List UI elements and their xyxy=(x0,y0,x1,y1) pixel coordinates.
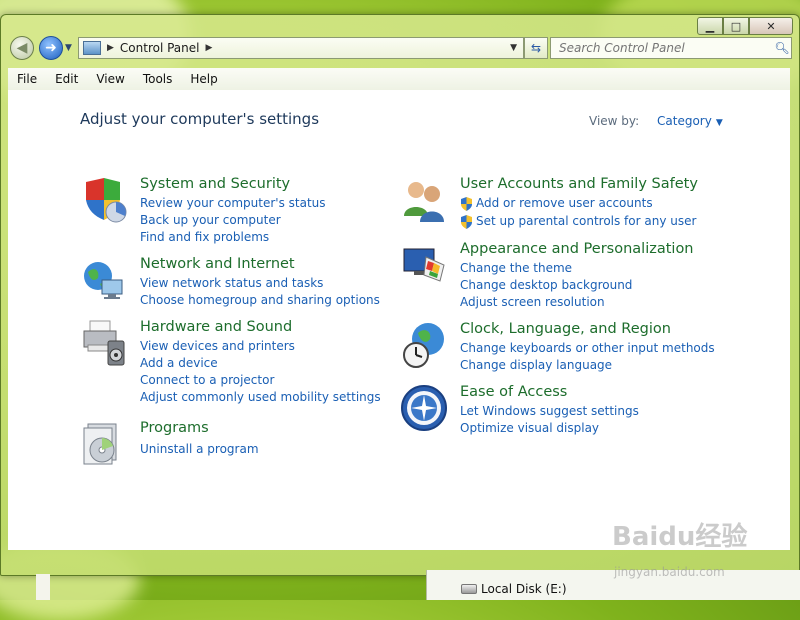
menu-edit[interactable]: Edit xyxy=(46,72,87,86)
forward-arrow-icon: ➜ xyxy=(45,40,57,56)
category-hardware-sound: Hardware and Sound View devices and prin… xyxy=(80,319,381,404)
category-link[interactable]: Adjust commonly used mobility settings xyxy=(140,390,381,404)
category-link[interactable]: Change keyboards or other input methods xyxy=(460,341,715,355)
view-by-label: View by: xyxy=(589,114,640,128)
clock-globe-icon xyxy=(403,323,444,368)
search-icon[interactable]: 🔍︎ xyxy=(773,41,791,55)
search-box[interactable]: 🔍︎ xyxy=(550,37,792,59)
category-clock-language-region: Clock, Language, and Region Change keybo… xyxy=(400,321,760,373)
view-by: View by: Category ▼ xyxy=(589,114,723,128)
address-dropdown-icon[interactable]: ▼ xyxy=(510,43,517,53)
category-link[interactable]: Add a device xyxy=(140,356,218,370)
category-title[interactable]: Hardware and Sound xyxy=(140,319,292,335)
users-icon xyxy=(404,182,444,222)
breadcrumb-chevron-icon[interactable]: ▶ xyxy=(206,43,213,53)
ease-of-access-icon xyxy=(401,385,447,431)
breadcrumb-control-panel[interactable]: Control Panel xyxy=(120,41,200,55)
view-by-dropdown[interactable]: Category xyxy=(657,114,712,128)
category-network-internet: Network and Internet View network status… xyxy=(80,256,380,307)
menu-file[interactable]: File xyxy=(8,72,46,86)
navigation-bar: ◀ ➜ ▼ ▶ Control Panel ▶ ▼ ⇆ 🔍︎ xyxy=(8,34,792,62)
forward-button[interactable]: ➜ xyxy=(39,36,63,60)
category-title[interactable]: User Accounts and Family Safety xyxy=(460,176,698,192)
category-link[interactable]: Review your computer's status xyxy=(140,196,326,210)
address-bar[interactable]: ▶ Control Panel ▶ ▼ xyxy=(78,37,524,59)
menu-bar: File Edit View Tools Help xyxy=(8,68,790,91)
category-programs: Programs Uninstall a program xyxy=(80,420,380,468)
category-title[interactable]: Ease of Access xyxy=(460,384,567,400)
watermark-logo: Baidu经验 xyxy=(612,522,748,552)
category-link[interactable]: Change the theme xyxy=(460,261,572,275)
minimize-button[interactable]: ▁ xyxy=(697,17,723,35)
category-link[interactable]: Adjust screen resolution xyxy=(460,295,605,309)
menu-tools[interactable]: Tools xyxy=(134,72,182,86)
control-panel-icon xyxy=(83,41,101,55)
category-title[interactable]: Clock, Language, and Region xyxy=(460,321,671,337)
category-link[interactable]: Change desktop background xyxy=(460,278,632,292)
background-explorer-window: Local Disk (E:) xyxy=(426,570,800,600)
category-link[interactable]: Back up your computer xyxy=(140,213,281,227)
back-arrow-icon: ◀ xyxy=(16,40,28,56)
category-appearance: Appearance and Personalization Change th… xyxy=(400,241,760,311)
network-globe-icon xyxy=(84,262,123,299)
close-button[interactable]: ✕ xyxy=(749,17,793,35)
category-title[interactable]: Programs xyxy=(140,420,209,436)
category-ease-of-access: Ease of Access Let Windows suggest setti… xyxy=(400,384,760,436)
category-user-accounts: User Accounts and Family Safety Add or r… xyxy=(400,176,760,232)
category-link[interactable]: View devices and printers xyxy=(140,339,295,353)
menu-view[interactable]: View xyxy=(87,72,133,86)
category-link[interactable]: Set up parental controls for any user xyxy=(476,214,696,228)
category-link[interactable]: Find and fix problems xyxy=(140,230,269,244)
maximize-button[interactable]: □ xyxy=(723,17,749,35)
watermark-url: jingyan.baidu.com xyxy=(614,565,725,579)
category-link[interactable]: Connect to a projector xyxy=(140,373,274,387)
security-shield-icon xyxy=(86,178,127,223)
category-link[interactable]: Add or remove user accounts xyxy=(476,196,653,210)
category-link[interactable]: View network status and tasks xyxy=(140,276,323,290)
category-system-security: System and Security Review your computer… xyxy=(80,176,380,246)
drive-icon xyxy=(461,584,477,594)
category-link[interactable]: Optimize visual display xyxy=(460,421,599,435)
menu-help[interactable]: Help xyxy=(181,72,226,86)
refresh-button[interactable]: ⇆ xyxy=(524,37,548,59)
uac-shield-icon xyxy=(461,197,472,211)
uac-shield-icon xyxy=(461,215,472,229)
programs-disc-icon xyxy=(83,423,117,465)
category-link[interactable]: Uninstall a program xyxy=(140,442,259,456)
back-button[interactable]: ◀ xyxy=(10,36,34,60)
content-pane: Adjust your computer's settings View by:… xyxy=(8,90,790,550)
category-title[interactable]: Network and Internet xyxy=(140,256,295,272)
search-input[interactable] xyxy=(557,40,773,56)
recent-pages-dropdown[interactable]: ▼ xyxy=(65,43,72,53)
category-title[interactable]: Appearance and Personalization xyxy=(460,241,694,257)
window-controls: ▁ □ ✕ xyxy=(697,17,793,35)
printer-speaker-icon xyxy=(83,320,125,366)
category-link[interactable]: Change display language xyxy=(460,358,612,372)
refresh-icon: ⇆ xyxy=(530,41,542,55)
category-link[interactable]: Choose homegroup and sharing options xyxy=(140,293,380,307)
chevron-down-icon[interactable]: ▼ xyxy=(716,118,723,128)
page-title: Adjust your computer's settings xyxy=(80,110,320,128)
drive-label[interactable]: Local Disk (E:) xyxy=(481,582,567,596)
breadcrumb-chevron-icon[interactable]: ▶ xyxy=(107,43,114,53)
category-title[interactable]: System and Security xyxy=(140,176,290,192)
category-link[interactable]: Let Windows suggest settings xyxy=(460,404,639,418)
background-window-edge xyxy=(36,574,50,600)
monitor-paint-icon xyxy=(403,248,445,282)
